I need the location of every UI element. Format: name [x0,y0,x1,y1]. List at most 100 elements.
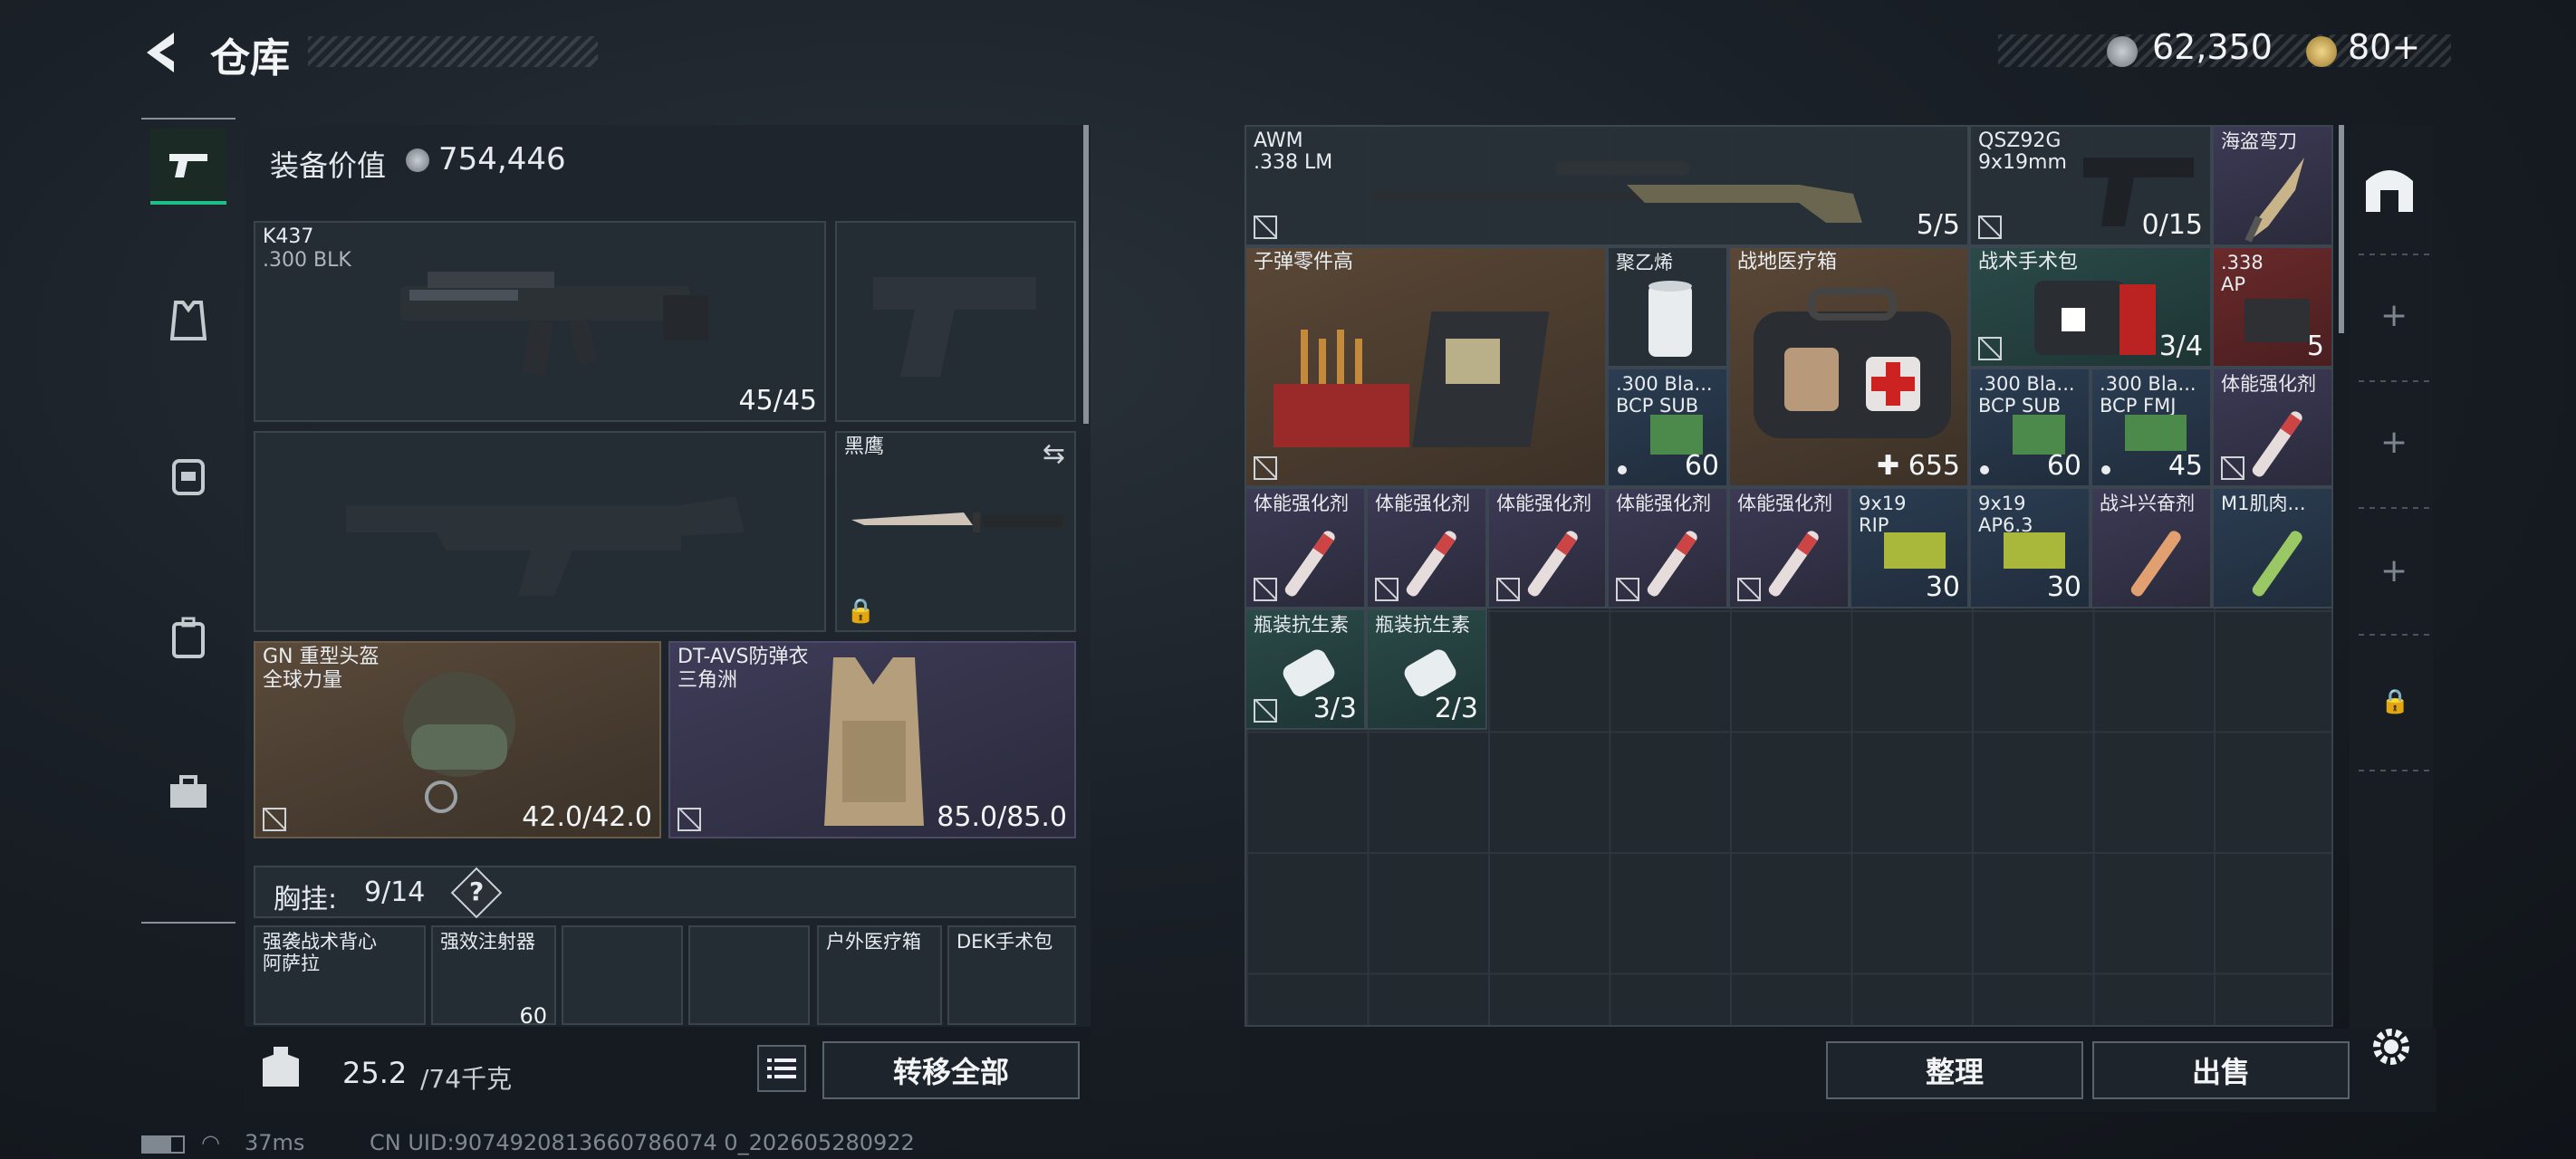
helmet-image [403,672,515,813]
unmarked-icon [2221,456,2244,480]
injector-image [1406,531,1456,597]
back-arrow-icon [147,33,174,72]
item-name: QSZ92G [1978,129,2062,152]
weight-max: /74千克 [420,1064,513,1094]
chest-rig-label: 胸挂: [274,884,338,915]
secondary-weapon-slot[interactable] [254,431,826,632]
add-page-icon[interactable]: + [2380,424,2408,461]
tab-vest[interactable] [150,283,226,359]
item-name: 体能强化剂 [1375,493,1470,514]
stash-item-stim[interactable]: 体能强化剂 [1366,487,1487,608]
armor-slot[interactable]: DT-AVS防弹衣 三角洲 85.0/85.0 [668,641,1076,838]
stash-item-stim[interactable]: 体能强化剂 [1728,487,1850,608]
unmarked-icon [1254,456,1277,480]
helmet-slot[interactable]: GN 重型头盔 全球力量 42.0/42.0 [254,641,661,838]
chest-item[interactable]: 强袭战术背心 阿萨拉 [254,925,426,1025]
transfer-all-button[interactable]: 转移全部 [822,1041,1080,1099]
list-view-button[interactable] [757,1045,806,1092]
chest-item[interactable]: DEK手术包 [947,925,1076,1025]
tab-case[interactable] [150,599,226,675]
stash-item-surgical-kit[interactable]: 战术手术包 3/4 [1969,246,2212,368]
melee-slot[interactable]: 黑鹰 ⇆ 🔒 [835,431,1076,632]
stash-item-antibiotics[interactable]: 瓶装抗生素 2/3 [1366,608,1487,730]
stash-scrollbar[interactable] [2339,125,2344,333]
item-name: 瓶装抗生素 [1375,614,1470,636]
item-count: 45 [2167,450,2203,482]
pistol-slot[interactable] [835,221,1076,422]
stash-item-stim[interactable]: 体能强化剂 [2212,368,2333,487]
item-name: 体能强化剂 [1737,493,1832,514]
injector-image [2130,531,2181,597]
toolbox-icon [170,775,207,808]
stash-item-awm[interactable]: AWM .338 LM 5/5 [1245,125,1969,246]
ammo-box-image [2244,299,2310,342]
helmet-durability: 42.0/42.0 [522,801,652,833]
tab-toolbox[interactable] [150,753,226,829]
chest-item[interactable]: 强效注射器 60 [431,925,556,1029]
battery-icon [141,1135,185,1154]
stash-item-m1-muscle[interactable]: M1肌肉... [2212,487,2333,608]
sniper-rifle-image [1373,161,1862,223]
injector-image [2252,411,2302,477]
tab-backpack[interactable] [150,436,226,512]
stash-item-antibiotics[interactable]: 瓶装抗生素 3/3 [1245,608,1366,730]
item-count: 60 [1684,450,1719,482]
gold-amount[interactable]: 80+ [2348,27,2420,67]
unmarked-icon [1616,578,1639,601]
stash-item-ammo-parts[interactable]: 子弹零件高 [1245,246,1607,487]
stash-item-stim[interactable]: 体能强化剂 [1607,487,1728,608]
rail-divider [2359,634,2431,636]
chest-rig-count: 9/14 [364,876,426,908]
sort-button[interactable]: 整理 [1826,1041,2083,1099]
stash-item-stim[interactable]: 体能强化剂 [1245,487,1366,608]
item-name: 体能强化剂 [1616,493,1711,514]
injector-image [1284,531,1335,597]
injector-image [1647,531,1697,597]
unmarked-icon [1254,578,1277,601]
stash-item-combat-stim[interactable]: 战斗兴奋剂 [2091,487,2212,608]
stash-item-stim[interactable]: 体能强化剂 [1487,487,1607,608]
surgical-kit-image [2034,281,2156,355]
stash-item-300blk[interactable]: .300 Bla... BCP SUB 60 [1607,368,1728,487]
sell-button[interactable]: 出售 [2092,1041,2350,1099]
stash-item-polyethylene[interactable]: 聚乙烯 [1607,246,1728,368]
chest-item-empty[interactable] [688,925,810,1025]
swap-icon[interactable]: ⇆ [1043,438,1065,470]
stash-item-field-med-box[interactable]: 战地医疗箱 ✚ 655 [1728,246,1969,487]
unmarked-icon [1254,699,1277,723]
add-page-icon[interactable]: + [2380,297,2408,334]
stash-item-338-ap[interactable]: .338 AP 5 [2212,246,2333,368]
weapon-ammo-count: 45/45 [738,385,817,417]
item-name: 子弹零件高 [1254,251,1354,273]
item-name: .300 Bla... [1978,373,2075,395]
rail-divider [2359,254,2431,255]
uid-text: CN UID:9074920813660786074 0_20260528092… [370,1130,915,1155]
chest-item[interactable]: 户外医疗箱 [817,925,942,1025]
stash-item-9x19-ap[interactable]: 9x19 AP6.3 30 [1969,487,2091,608]
scrollbar[interactable] [1083,125,1089,424]
item-name: 海盗弯刀 [2221,130,2297,152]
primary-weapon-slot[interactable]: K437 .300 BLK 45/45 [254,221,826,422]
stash-item-300blk-fmj[interactable]: .300 Bla... BCP FMJ 45 [2091,368,2212,487]
stash-main-tab[interactable] [2360,159,2418,217]
chest-rig-header[interactable]: 胸挂: 9/14 ? [254,866,1076,919]
settings-button[interactable] [2366,1021,2417,1072]
chest-item-empty[interactable] [562,925,683,1025]
item-count: ✚ 655 [1877,450,1960,482]
add-page-icon[interactable]: + [2380,552,2408,589]
stash-item-qsz92g[interactable]: QSZ92G 9x19mm 0/15 [1969,125,2212,246]
weight-value: 25.2 [342,1056,408,1090]
item-name: .300 Bla... [1616,373,1713,395]
stash-item-pirate-knife[interactable]: 海盗弯刀 [2212,125,2333,246]
chest-item-name: 强效注射器 [440,931,535,953]
stash-item-300blk[interactable]: .300 Bla... BCP SUB 60 [1969,368,2091,487]
item-count: 0/15 [2141,209,2203,241]
unmarked-icon [678,808,701,831]
back-button[interactable] [136,25,190,80]
stash-item-9x19-rip[interactable]: 9x19 RIP 30 [1850,487,1969,608]
equip-value: 754,446 [438,141,566,177]
tab-weapons[interactable] [150,129,226,205]
pistol-icon [169,154,207,177]
lock-icon: 🔒 [846,598,876,625]
item-name: 体能强化剂 [2221,373,2316,395]
